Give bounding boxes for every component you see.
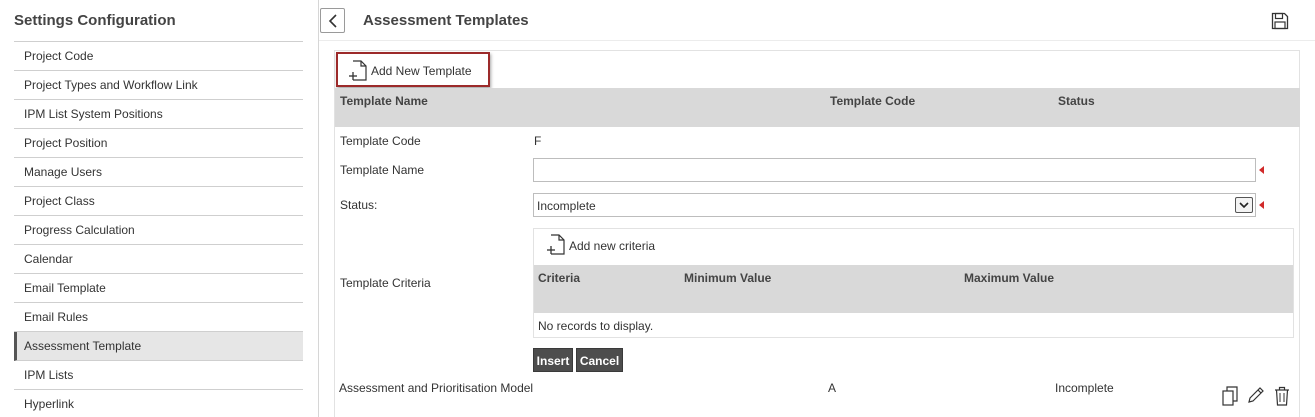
add-document-icon [547, 234, 565, 255]
sidebar-title: Settings Configuration [14, 12, 176, 29]
template-code-label: Template Code [340, 134, 421, 148]
chevron-down-icon [1239, 202, 1249, 209]
insert-button[interactable]: Insert [533, 348, 573, 372]
sidebar-item-ipm-list-positions[interactable]: IPM List System Positions [14, 100, 303, 129]
add-document-icon [349, 60, 367, 81]
template-name-label: Template Name [340, 163, 425, 177]
templates-grid-header: Template Name Template Code Status [335, 88, 1300, 127]
no-records-message: No records to display. [538, 319, 654, 333]
template-code-value: F [534, 134, 542, 148]
save-icon [1271, 12, 1289, 30]
pencil-icon [1248, 387, 1264, 403]
copy-icon [1222, 386, 1238, 406]
sidebar-item-email-rules[interactable]: Email Rules [14, 303, 303, 332]
status-dropdown-toggle[interactable] [1235, 197, 1253, 213]
required-marker-icon [1259, 166, 1264, 174]
header-divider [319, 40, 1315, 41]
template-name-input[interactable] [533, 158, 1256, 182]
sidebar-item-project-code[interactable]: Project Code [14, 42, 303, 71]
chevron-left-icon [328, 14, 337, 28]
sidebar-item-progress-calculation[interactable]: Progress Calculation [14, 216, 303, 245]
column-header-status[interactable]: Status [1058, 94, 1095, 108]
column-header-maximum-value[interactable]: Maximum Value [964, 271, 1054, 285]
row-template-code: A [828, 381, 837, 395]
sidebar-item-manage-users[interactable]: Manage Users [14, 158, 303, 187]
row-status: Incomplete [1055, 381, 1114, 395]
sidebar-item-project-types[interactable]: Project Types and Workflow Link [14, 71, 303, 100]
criteria-grid-header: Criteria Minimum Value Maximum Value [534, 265, 1293, 313]
add-new-template-button[interactable]: Add New Template [336, 52, 490, 87]
status-label: Status: [340, 198, 378, 212]
column-header-template-name[interactable]: Template Name [340, 94, 428, 108]
sidebar-item-email-template[interactable]: Email Template [14, 274, 303, 303]
copy-button[interactable] [1222, 386, 1238, 409]
column-header-minimum-value[interactable]: Minimum Value [684, 271, 771, 285]
back-button[interactable] [320, 8, 345, 33]
column-header-template-code[interactable]: Template Code [830, 94, 915, 108]
template-criteria-label: Template Criteria [340, 276, 431, 290]
sidebar-item-hyperlink[interactable]: Hyperlink [14, 390, 303, 417]
settings-sidebar: Settings Configuration Project Code Proj… [0, 0, 319, 417]
sidebar-item-assessment-template[interactable]: Assessment Template [14, 332, 303, 361]
sidebar-item-ipm-lists[interactable]: IPM Lists [14, 361, 303, 390]
sidebar-item-project-position[interactable]: Project Position [14, 129, 303, 158]
page-title: Assessment Templates [363, 12, 529, 29]
sidebar-item-project-class[interactable]: Project Class [14, 187, 303, 216]
row-template-name: Assessment and Prioritisation Model [339, 381, 534, 395]
column-header-criteria[interactable]: Criteria [538, 271, 580, 285]
status-selected-value: Incomplete [537, 199, 596, 213]
edit-button[interactable] [1247, 386, 1265, 407]
required-marker-icon [1259, 201, 1264, 209]
trash-icon [1275, 386, 1289, 406]
cancel-button[interactable]: Cancel [576, 348, 623, 372]
delete-button[interactable] [1274, 386, 1290, 409]
sidebar-item-calendar[interactable]: Calendar [14, 245, 303, 274]
save-button[interactable] [1271, 12, 1289, 33]
status-select[interactable]: Incomplete [533, 193, 1256, 217]
sidebar-list: Project Code Project Types and Workflow … [14, 41, 303, 417]
add-new-criteria-label: Add new criteria [569, 239, 656, 253]
add-new-criteria-button[interactable]: Add new criteria [546, 234, 666, 258]
add-new-template-label: Add New Template [371, 64, 472, 78]
